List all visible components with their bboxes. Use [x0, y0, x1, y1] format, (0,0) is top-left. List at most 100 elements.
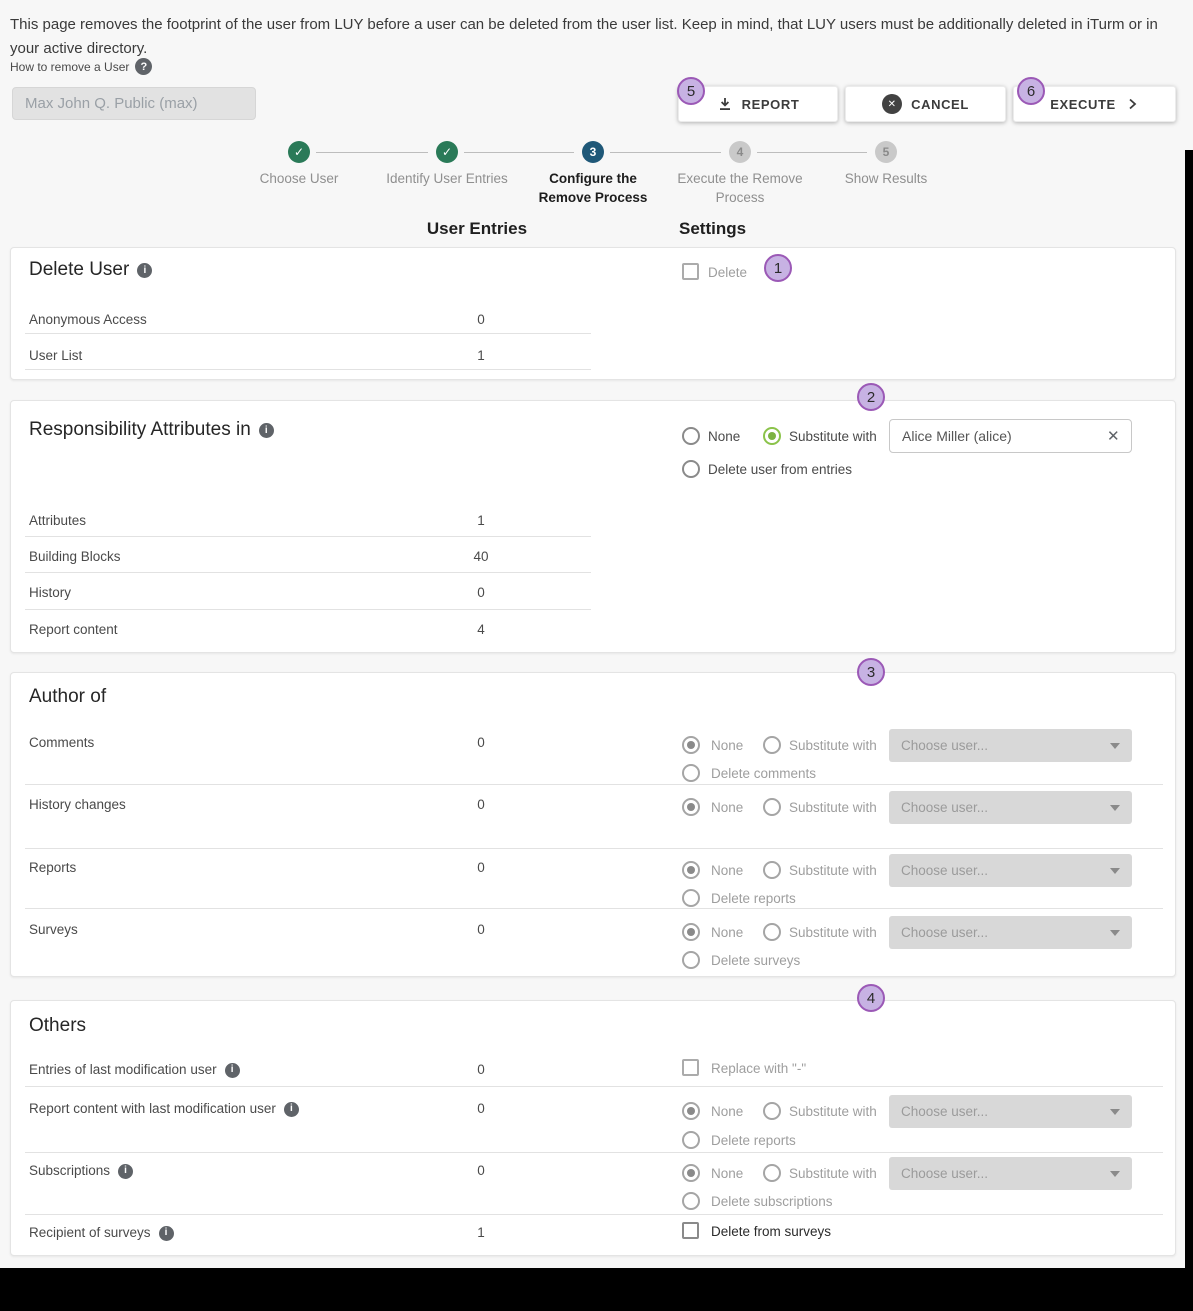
row-value: 0 [411, 734, 551, 752]
cancel-button[interactable]: CANCEL [845, 86, 1006, 122]
delete-from-surveys-checkbox[interactable] [682, 1222, 699, 1239]
info-icon[interactable] [137, 263, 152, 278]
row-divider [25, 369, 591, 370]
radio-substitute-with[interactable] [763, 798, 781, 816]
radio-none[interactable] [682, 427, 700, 445]
substitute-user-input[interactable] [889, 419, 1132, 453]
row-divider [25, 848, 1163, 849]
clear-icon[interactable] [1107, 427, 1120, 445]
replace-with-dash-label: Replace with "-" [711, 1060, 806, 1078]
radio-substitute-with[interactable] [763, 861, 781, 879]
row-divider [25, 908, 1163, 909]
radio-delete-subscriptions-label: Delete subscriptions [711, 1193, 833, 1211]
step-1-label: Choose User [219, 169, 379, 188]
step-3-circle[interactable]: 3 [582, 141, 604, 163]
download-icon [717, 96, 733, 112]
radio-delete-comments[interactable] [682, 764, 700, 782]
radio-none-label: None [711, 737, 743, 755]
radio-delete-reports-label: Delete reports [711, 890, 796, 908]
annotation-badge-5: 5 [677, 77, 705, 105]
radio-none[interactable] [682, 861, 700, 879]
step-connector [610, 152, 721, 153]
row-divider [25, 1214, 1163, 1215]
row-label: Anonymous Access [29, 311, 147, 329]
row-value: 0 [411, 1100, 551, 1118]
radio-none[interactable] [682, 1102, 700, 1120]
radio-delete-reports[interactable] [682, 1131, 700, 1149]
row-label-text: Report content with last modification us… [29, 1101, 276, 1116]
choose-user-dropdown[interactable]: Choose user... [889, 916, 1132, 949]
screen-edge-right [1185, 150, 1193, 1311]
radio-substitute-with[interactable] [763, 427, 781, 445]
radio-none-label: None [708, 428, 740, 446]
radio-delete-reports[interactable] [682, 889, 700, 907]
selected-user-field [12, 87, 256, 120]
row-label: Comments [29, 734, 94, 752]
row-value: 1 [411, 512, 551, 530]
radio-substitute-with[interactable] [763, 736, 781, 754]
choose-user-dropdown[interactable]: Choose user... [889, 854, 1132, 887]
info-icon[interactable] [118, 1164, 133, 1179]
delete-user-checkbox[interactable] [682, 263, 699, 280]
radio-substitute-with[interactable] [763, 1164, 781, 1182]
row-label: Attributes [29, 512, 86, 530]
step-2-label: Identify User Entries [367, 169, 527, 188]
section-responsibility-attributes: Responsibility Attributes in None Substi… [10, 400, 1176, 653]
choose-user-dropdown[interactable]: Choose user... [889, 729, 1132, 762]
step-2-circle[interactable]: ✓ [436, 141, 458, 163]
radio-none-label: None [711, 924, 743, 942]
annotation-badge-6: 6 [1017, 77, 1045, 105]
row-label: History changes [29, 796, 126, 814]
radio-substitute-with-label: Substitute with [789, 1103, 877, 1121]
report-button-label: REPORT [742, 97, 800, 112]
step-1-circle[interactable]: ✓ [288, 141, 310, 163]
info-icon[interactable] [225, 1063, 240, 1078]
section-title: Author of [29, 686, 106, 708]
row-value: 0 [411, 1162, 551, 1180]
replace-with-dash-checkbox[interactable] [682, 1059, 699, 1076]
radio-delete-surveys[interactable] [682, 951, 700, 969]
row-value: 0 [411, 1061, 551, 1079]
radio-delete-reports-label: Delete reports [711, 1132, 796, 1150]
step-4-circle[interactable]: 4 [729, 141, 751, 163]
help-icon[interactable] [135, 58, 152, 75]
column-header-user-entries: User Entries [397, 219, 557, 239]
radio-none[interactable] [682, 1164, 700, 1182]
row-value: 0 [411, 921, 551, 939]
radio-none[interactable] [682, 798, 700, 816]
row-divider [25, 1086, 1163, 1087]
step-5-circle[interactable]: 5 [875, 141, 897, 163]
step-number: 3 [590, 145, 597, 159]
radio-none[interactable] [682, 923, 700, 941]
radio-substitute-with[interactable] [763, 1102, 781, 1120]
radio-delete-user-from-entries[interactable] [682, 460, 700, 478]
row-value: 0 [411, 796, 551, 814]
choose-user-dropdown[interactable]: Choose user... [889, 1095, 1132, 1128]
dropdown-placeholder: Choose user... [901, 1104, 988, 1119]
radio-delete-subscriptions[interactable] [682, 1192, 700, 1210]
choose-user-dropdown[interactable]: Choose user... [889, 791, 1132, 824]
row-label: Report content with last modification us… [29, 1100, 299, 1118]
info-icon[interactable] [159, 1226, 174, 1241]
info-icon[interactable] [284, 1102, 299, 1117]
choose-user-dropdown[interactable]: Choose user... [889, 1157, 1132, 1190]
radio-none-label: None [711, 799, 743, 817]
step-connector [757, 152, 867, 153]
row-label: User List [29, 347, 82, 365]
section-delete-user: Delete User Delete Anonymous Access 0 Us… [10, 247, 1176, 380]
radio-none[interactable] [682, 736, 700, 754]
row-label-text: Entries of last modification user [29, 1062, 217, 1077]
step-number: 5 [883, 145, 890, 159]
section-title: Others [29, 1015, 86, 1037]
row-label: Entries of last modification user [29, 1061, 240, 1079]
radio-substitute-with[interactable] [763, 923, 781, 941]
row-label: Reports [29, 859, 76, 877]
row-label: Building Blocks [29, 548, 121, 566]
annotation-badge-2: 2 [857, 383, 885, 411]
row-label: Recipient of surveys [29, 1224, 174, 1242]
info-icon[interactable] [259, 423, 274, 438]
help-link[interactable]: How to remove a User [10, 58, 152, 75]
radio-substitute-with-label: Substitute with [789, 737, 877, 755]
radio-substitute-with-label: Substitute with [789, 799, 877, 817]
caret-down-icon [1110, 930, 1120, 936]
